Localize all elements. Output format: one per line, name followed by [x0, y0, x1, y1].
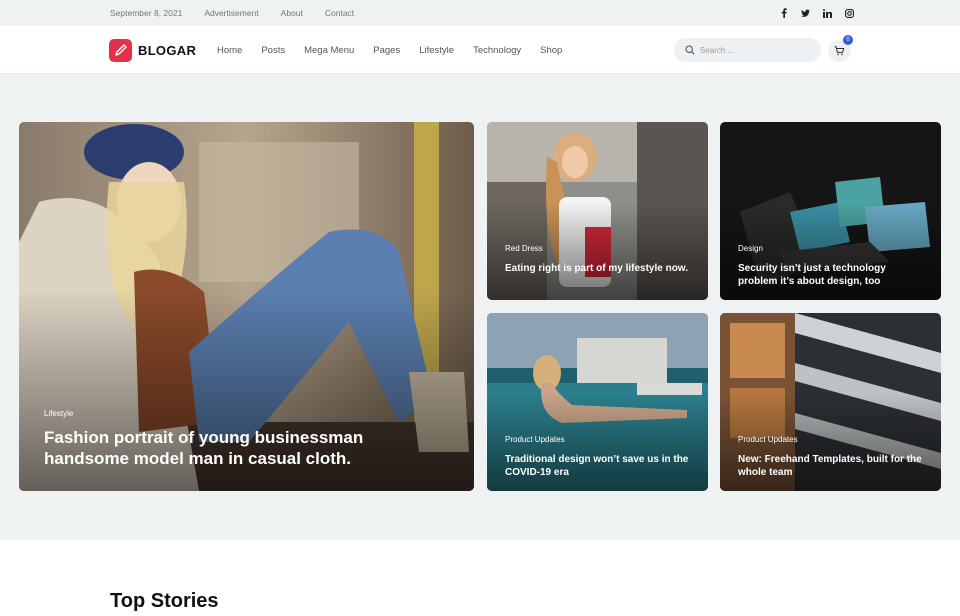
post-card[interactable]: Product Updates New: Freehand Templates,… [720, 313, 941, 491]
nav-home[interactable]: Home [217, 45, 242, 56]
site-header: BLOGAR Home Posts Mega Menu Pages Lifest… [0, 26, 960, 74]
featured-post-title[interactable]: Fashion portrait of young businessman ha… [44, 427, 424, 469]
post-card-category[interactable]: Product Updates [738, 435, 798, 444]
post-card[interactable]: Product Updates Traditional design won’t… [487, 313, 708, 491]
top-date: September 8, 2021 [110, 8, 183, 18]
section-heading: Top Stories [110, 590, 219, 612]
instagram-icon[interactable] [845, 8, 854, 18]
post-card[interactable]: Red Dress Eating right is part of my lif… [487, 122, 708, 300]
nav-pages[interactable]: Pages [373, 45, 400, 56]
top-link-contact[interactable]: Contact [325, 8, 354, 18]
nav-lifestyle[interactable]: Lifestyle [419, 45, 454, 56]
post-card-title[interactable]: Security isn’t just a technology problem… [738, 262, 928, 288]
social-links [779, 0, 854, 26]
post-card-title[interactable]: Eating right is part of my lifestyle now… [505, 262, 695, 275]
top-stories-section: Top Stories [0, 540, 960, 616]
linkedin-icon[interactable] [823, 8, 832, 18]
featured-post-category[interactable]: Lifestyle [44, 409, 73, 418]
facebook-icon[interactable] [779, 8, 788, 18]
cart-button[interactable]: 0 [828, 35, 853, 62]
nav-mega-menu[interactable]: Mega Menu [304, 45, 354, 56]
cart-count-badge: 0 [843, 35, 853, 45]
top-link-about[interactable]: About [281, 8, 303, 18]
main-nav: Home Posts Mega Menu Pages Lifestyle Tec… [217, 26, 562, 74]
search-icon [685, 45, 695, 55]
nav-posts[interactable]: Posts [261, 45, 285, 56]
post-card-category[interactable]: Design [738, 244, 763, 253]
post-card-title[interactable]: New: Freehand Templates, built for the w… [738, 453, 928, 479]
featured-post-card[interactable]: Lifestyle Fashion portrait of young busi… [19, 122, 474, 491]
twitter-icon[interactable] [801, 9, 810, 18]
logo-text: BLOGAR [138, 42, 197, 58]
nav-shop[interactable]: Shop [540, 45, 562, 56]
post-card-category[interactable]: Red Dress [505, 244, 543, 253]
search-input[interactable] [700, 45, 810, 55]
search-box [674, 38, 821, 62]
cart-icon [834, 45, 845, 55]
logo-pen-icon [109, 38, 132, 62]
nav-technology[interactable]: Technology [473, 45, 521, 56]
site-logo[interactable]: BLOGAR [109, 38, 196, 62]
top-bar: September 8, 2021 Advertisement About Co… [0, 0, 960, 26]
post-card-category[interactable]: Product Updates [505, 435, 565, 444]
post-card-title[interactable]: Traditional design won’t save us in the … [505, 453, 695, 479]
top-link-advertisement[interactable]: Advertisement [204, 8, 258, 18]
post-card[interactable]: Design Security isn’t just a technology … [720, 122, 941, 300]
top-links: September 8, 2021 Advertisement About Co… [110, 0, 354, 26]
